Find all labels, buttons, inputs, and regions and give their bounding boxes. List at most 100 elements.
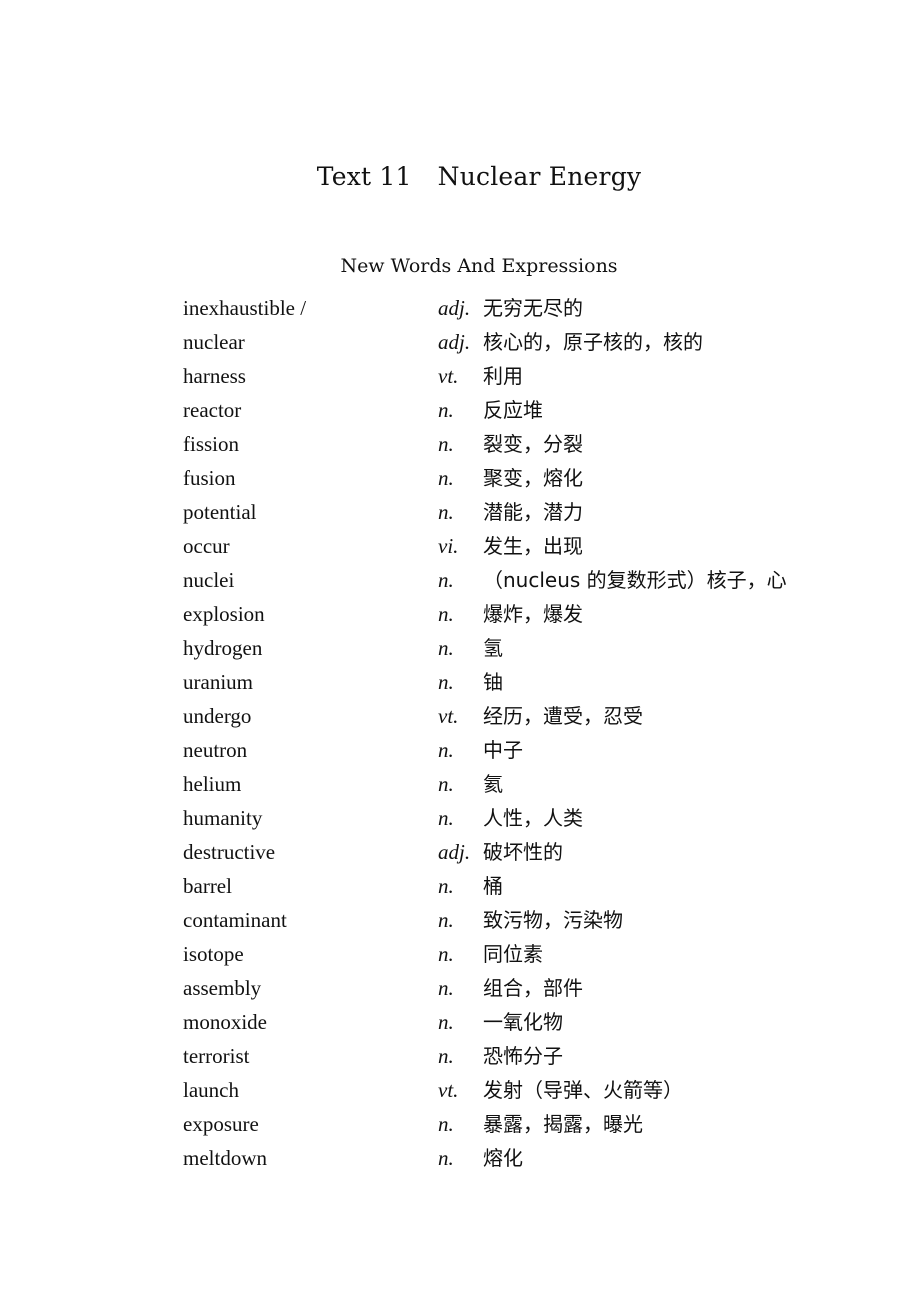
vocabulary-word: harness (183, 364, 246, 388)
part-of-speech: n. (438, 1010, 454, 1034)
vocabulary-word: occur (183, 534, 230, 558)
vocabulary-entry: contaminant n. 致污物，污染物 (0, 903, 920, 937)
vocabulary-entry: assembly n. 组合，部件 (0, 971, 920, 1005)
vocabulary-meaning: 铀 (483, 670, 503, 694)
vocabulary-word: neutron (183, 738, 248, 762)
part-of-speech: adj. (438, 296, 471, 320)
part-of-speech: adj. (438, 330, 471, 354)
vocabulary-entry: inexhaustible / adj. 无穷无尽的 (0, 291, 920, 325)
part-of-speech: adj. (438, 840, 471, 864)
part-of-speech: vt. (438, 704, 459, 728)
vocabulary-entry: humanity n. 人性，人类 (0, 801, 920, 835)
vocabulary-meaning: 裂变，分裂 (483, 432, 583, 456)
vocabulary-entry: explosion n. 爆炸，爆发 (0, 597, 920, 631)
vocabulary-word: exposure (183, 1112, 259, 1136)
vocabulary-meaning: 人性，人类 (483, 806, 583, 830)
part-of-speech: n. (438, 466, 454, 490)
vocabulary-entry: barrel n. 桶 (0, 869, 920, 903)
vocabulary-meaning: 氦 (483, 772, 503, 796)
vocabulary-entry: launch vt. 发射（导弹、火箭等） (0, 1073, 920, 1107)
vocabulary-meaning: 无穷无尽的 (483, 296, 583, 320)
part-of-speech: n. (438, 636, 454, 660)
part-of-speech: n. (438, 602, 454, 626)
vocabulary-meaning: 熔化 (483, 1146, 523, 1170)
vocabulary-entry: terrorist n. 恐怖分子 (0, 1039, 920, 1073)
vocabulary-word: reactor (183, 398, 242, 422)
vocabulary-word: isotope (183, 942, 244, 966)
page-title: Text 11 Nuclear Energy (0, 162, 920, 191)
vocabulary-word: monoxide (183, 1010, 267, 1034)
vocabulary-word: terrorist (183, 1044, 250, 1068)
vocabulary-meaning: 发射（导弹、火箭等） (483, 1078, 683, 1102)
part-of-speech: n. (438, 670, 454, 694)
vocabulary-meaning: 反应堆 (483, 398, 543, 422)
vocabulary-meaning: 暴露，揭露，曝光 (483, 1112, 643, 1136)
vocabulary-meaning: 爆炸，爆发 (483, 602, 583, 626)
vocabulary-word: barrel (183, 874, 232, 898)
vocabulary-entry: uranium n. 铀 (0, 665, 920, 699)
vocabulary-entry: meltdown n. 熔化 (0, 1141, 920, 1175)
vocabulary-meaning: 中子 (483, 738, 523, 762)
vocabulary-word: explosion (183, 602, 265, 626)
vocabulary-entry: neutron n. 中子 (0, 733, 920, 767)
part-of-speech: n. (438, 738, 454, 762)
vocabulary-entry: monoxide n. 一氧化物 (0, 1005, 920, 1039)
part-of-speech: n. (438, 908, 454, 932)
vocabulary-word: hydrogen (183, 636, 263, 660)
vocabulary-meaning: 组合，部件 (483, 976, 583, 1000)
part-of-speech: n. (438, 500, 454, 524)
vocabulary-entry: occur vi. 发生，出现 (0, 529, 920, 563)
vocabulary-word: humanity (183, 806, 263, 830)
vocabulary-word: fusion (183, 466, 236, 490)
vocabulary-word: undergo (183, 704, 252, 728)
vocabulary-word: fission (183, 432, 240, 456)
vocabulary-list: inexhaustible / adj. 无穷无尽的 nuclear adj. 核心的，原… (0, 291, 920, 1175)
vocabulary-entry: potential n. 潜能，潜力 (0, 495, 920, 529)
vocabulary-word: nuclear (183, 330, 245, 354)
vocabulary-meaning: 经历，遭受，忍受 (483, 704, 643, 728)
vocabulary-word: potential (183, 500, 257, 524)
vocabulary-entry: hydrogen n. 氢 (0, 631, 920, 665)
vocabulary-meaning: 核心的，原子核的，核的 (483, 330, 703, 354)
vocabulary-meaning: 发生，出现 (483, 534, 583, 558)
part-of-speech: vt. (438, 1078, 459, 1102)
title-topic: Nuclear Energy (437, 162, 642, 191)
vocabulary-word: nuclei (183, 568, 235, 592)
vocabulary-entry: harness vt. 利用 (0, 359, 920, 393)
vocabulary-meaning: 利用 (483, 364, 523, 388)
part-of-speech: n. (438, 1146, 454, 1170)
vocabulary-entry: fusion n. 聚变，熔化 (0, 461, 920, 495)
vocabulary-meaning: 同位素 (483, 942, 543, 966)
vocabulary-word: contaminant (183, 908, 287, 932)
vocabulary-entry: fission n. 裂变，分裂 (0, 427, 920, 461)
part-of-speech: n. (438, 806, 454, 830)
part-of-speech: n. (438, 772, 454, 796)
section-subtitle: New Words And Expressions (340, 255, 618, 277)
vocabulary-entry: nuclear adj. 核心的，原子核的，核的 (0, 325, 920, 359)
vocabulary-meaning: （nucleus 的复数形式）核子，心 (483, 568, 787, 592)
document-page: Text 11 Nuclear Energy New Words And Expr… (0, 0, 920, 1306)
vocabulary-word: destructive (183, 840, 276, 864)
vocabulary-word: uranium (183, 670, 253, 694)
part-of-speech: n. (438, 1112, 454, 1136)
vocabulary-word: inexhaustible / (183, 296, 307, 320)
vocabulary-entry: destructive adj. 破坏性的 (0, 835, 920, 869)
part-of-speech: vi. (438, 534, 459, 558)
vocabulary-entry: isotope n. 同位素 (0, 937, 920, 971)
part-of-speech: n. (438, 398, 454, 422)
part-of-speech: n. (438, 568, 454, 592)
vocabulary-meaning: 一氧化物 (483, 1010, 563, 1034)
vocabulary-word: launch (183, 1078, 239, 1102)
vocabulary-entry: helium n. 氦 (0, 767, 920, 801)
vocabulary-meaning: 氢 (483, 636, 503, 660)
part-of-speech: vt. (438, 364, 459, 388)
part-of-speech: n. (438, 942, 454, 966)
vocabulary-meaning: 恐怖分子 (483, 1044, 563, 1068)
vocabulary-meaning: 聚变，熔化 (483, 466, 583, 490)
vocabulary-meaning: 潜能，潜力 (483, 500, 583, 524)
title-text-number: Text 11 (316, 162, 412, 191)
vocabulary-entry: nuclei n. （nucleus 的复数形式）核子，心 (0, 563, 920, 597)
vocabulary-meaning: 致污物，污染物 (483, 908, 623, 932)
vocabulary-word: meltdown (183, 1146, 267, 1170)
part-of-speech: n. (438, 874, 454, 898)
